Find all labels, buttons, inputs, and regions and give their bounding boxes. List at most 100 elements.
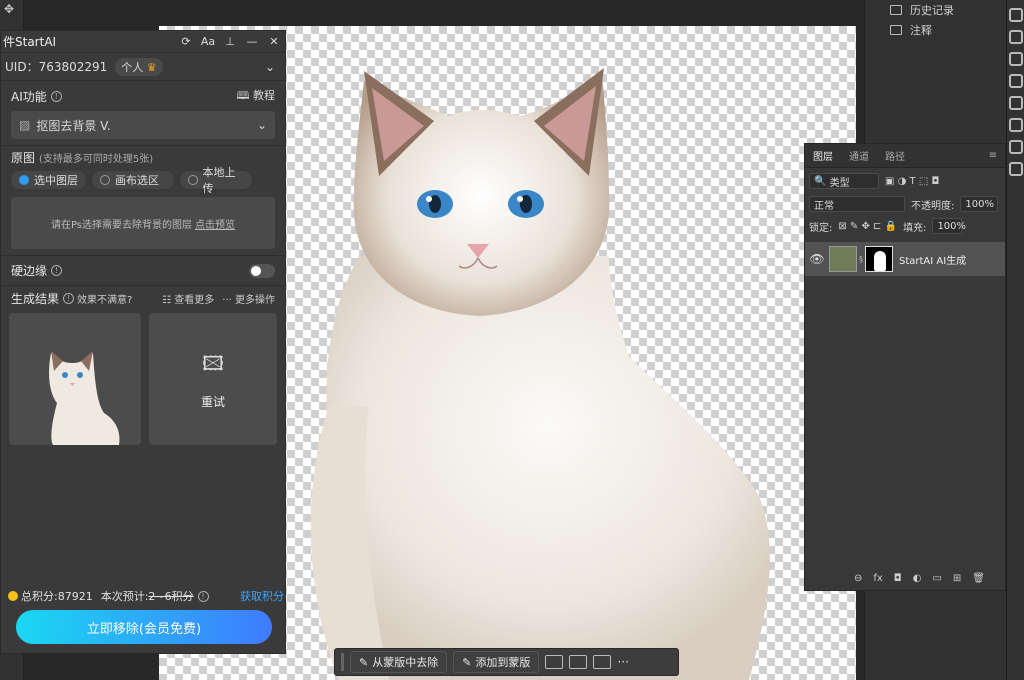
invert-mask-icon[interactable] [569,655,588,669]
panel-menu-icon[interactable]: ≡ [981,150,1005,161]
plugin-title: 件StartAI [3,35,57,49]
view-more-link[interactable]: ☷ 查看更多 [162,291,214,306]
preview-link[interactable]: 点击预览 [195,216,235,231]
cutout-icon: ▨ [19,118,31,132]
notes-item[interactable]: 注释 [880,20,1004,40]
layers-tabs: 图层 通道 路径 ≡ [805,144,1005,168]
source-option-label: 画布选区 [115,174,159,187]
tutorial-link[interactable]: 🕮 教程 [237,87,275,106]
channels-icon[interactable] [1009,140,1023,154]
delete-layer-icon[interactable]: 🗑 [972,573,985,584]
close-icon[interactable]: ✕ [263,35,285,48]
contextual-task-bar: ✎ 从蒙版中去除 ✎ 添加到蒙版 ··· [334,648,679,676]
lock-icons[interactable]: ⊠ ✎ ✥ ⊏ 🔒 [838,221,897,232]
more-actions-link[interactable]: ··· 更多操作 [222,291,275,306]
layers-icon[interactable] [1009,118,1023,132]
new-layer-icon[interactable]: ⊞ [953,573,961,584]
remove-from-mask-button[interactable]: ✎ 从蒙版中去除 [350,651,448,673]
history-panel: 历史记录 注释 [880,0,1004,40]
function-select[interactable]: ▨ 抠图去背景 V. ⌄ [11,111,275,139]
pin-icon[interactable]: ⊥ [219,35,241,48]
dropzone-text: 请在Ps选择需要去除背景的图层 [50,219,193,231]
more-options-icon[interactable]: ··· [617,655,628,669]
dropzone[interactable]: 请在Ps选择需要去除背景的图层 点击预览 [11,197,275,249]
info-icon[interactable]: ! [50,90,62,102]
libraries-icon[interactable] [1009,52,1023,66]
filter-label: 类型 [829,177,850,189]
opacity-input[interactable]: 100% [960,196,999,212]
hard-edge-row: 硬边缘 ! [1,255,285,285]
retry-label: 重试 [200,394,225,409]
blend-row: 正常 不透明度: 100% [805,194,1005,214]
link-layers-icon[interactable]: ⊖ [854,573,862,584]
info-icon[interactable]: ! [63,293,75,304]
plugin-header: 件StartAI ⟳ Aa ⊥ — ✕ [1,31,285,53]
history-item[interactable]: 历史记录 [880,0,1004,20]
group-folder-icon[interactable]: ▭ [932,573,941,584]
history-icon [890,5,902,15]
estimate-label: 本次预计: [100,590,149,603]
tab-layers[interactable]: 图层 [805,148,841,163]
get-points-link[interactable]: 获取积分 [240,588,284,604]
crown-icon: ♛ [146,60,157,74]
result-grid: 🖾 重试 [1,311,285,447]
font-size-icon[interactable]: Aa [197,35,219,48]
result-row: 生成结果 ! 效果不满意? ☷ 查看更多 ··· 更多操作 [1,285,285,311]
remove-now-button[interactable]: 立即移除(会员免费) [16,610,272,644]
source-option-upload[interactable]: 本地上传 [180,166,252,195]
fx-icon[interactable]: fx [873,573,882,584]
info-icon[interactable]: ! [51,265,63,276]
view-more-label: 查看更多 [174,295,215,306]
source-option-selection[interactable]: 画布选区 [92,171,174,189]
estimate-value: 2~6积分 [148,590,194,603]
blend-mode-select[interactable]: 正常 [809,196,905,212]
paths-icon[interactable] [1009,162,1023,176]
startai-plugin-panel: 件StartAI ⟳ Aa ⊥ — ✕ UID： 763802291 个人 ♛ … [0,30,286,654]
fill-input[interactable]: 100% [932,218,966,234]
adjustments-icon[interactable] [1009,30,1023,44]
radio-icon [100,175,110,185]
filter-icons[interactable]: ▣ ◑ T ⬚ ◘ [885,176,939,187]
tab-paths[interactable]: 路径 [877,148,913,163]
swatches-icon[interactable] [1009,74,1023,88]
uid-row: UID： 763802291 个人 ♛ ⌄ [1,53,285,81]
gradient-icon[interactable] [1009,96,1023,110]
history-label: 历史记录 [910,4,954,17]
visibility-eye-icon[interactable]: 👁 [805,252,829,266]
source-options: 选中图层 画布选区 本地上传 [1,166,285,195]
panel-icon-column [1006,0,1024,680]
result-thumbnail[interactable] [9,313,141,445]
mask-thumbnail[interactable] [865,246,893,272]
dissatisfied-link[interactable]: 效果不满意? [77,291,132,306]
ai-function-label: AI功能 [11,89,47,104]
adjustment-layer-icon[interactable]: ◐ [913,573,922,584]
chevron-down-icon[interactable]: ⌄ [265,60,275,74]
add-mask-icon[interactable]: ◘ [894,573,902,584]
result-cat-image [49,351,120,445]
brush-plus-icon: ✎ [462,655,472,669]
source-option-layer[interactable]: 选中图层 [11,171,86,189]
info-icon[interactable]: ! [197,590,209,602]
add-to-mask-button[interactable]: ✎ 添加到蒙版 [453,651,540,673]
layer-row[interactable]: 👁 § StartAI AI生成 [805,242,1005,276]
ai-function-row: AI功能 ! 🕮 教程 [1,83,285,109]
minimize-icon[interactable]: — [241,35,263,48]
filter-select[interactable]: 🔍 类型 [809,173,879,189]
drag-handle[interactable] [341,653,344,671]
refresh-icon[interactable]: ⟳ [175,35,197,48]
move-tool-icon[interactable]: ✥ [0,0,23,18]
properties-icon[interactable] [1009,8,1023,22]
tab-channels[interactable]: 通道 [841,148,877,163]
total-points: 总积分:87921 [21,590,93,603]
remove-from-mask-label: 从蒙版中去除 [372,656,439,669]
retry-button[interactable]: 🖾 重试 [149,313,277,445]
mask-properties-icon[interactable] [545,655,564,669]
link-icon: § [859,254,863,264]
account-badge[interactable]: 个人 ♛ [115,57,163,76]
hard-edge-toggle[interactable] [249,263,275,278]
apply-mask-icon[interactable] [593,655,612,669]
radio-icon [188,175,198,185]
document-tab-bar [24,0,864,26]
grid-icon: ☷ [162,295,175,306]
layers-panel: 图层 通道 路径 ≡ 🔍 类型 ▣ ◑ T ⬚ ◘ 正常 不透明度: 100% … [804,143,1006,591]
